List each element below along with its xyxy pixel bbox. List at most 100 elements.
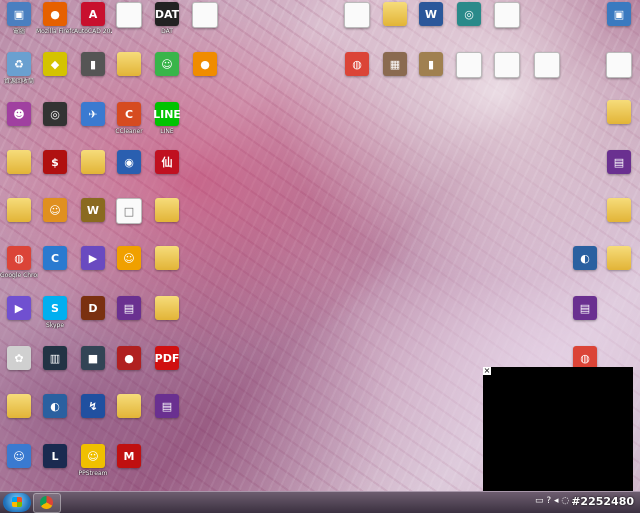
- close-icon[interactable]: ×: [483, 367, 491, 375]
- desktop-icon[interactable]: [488, 2, 526, 30]
- desktop-icon[interactable]: [600, 198, 638, 224]
- desktop-icon[interactable]: L: [36, 444, 74, 470]
- desktop-icon[interactable]: [186, 2, 224, 30]
- app-icon: [155, 246, 179, 270]
- app-icon: ◐: [43, 394, 67, 418]
- app-icon: ◎: [457, 2, 481, 26]
- desktop-icon[interactable]: ▶: [0, 296, 38, 322]
- desktop-icon[interactable]: ☺: [148, 52, 186, 78]
- app-icon: ◆: [43, 52, 67, 76]
- desktop-icon[interactable]: ▤: [566, 296, 604, 322]
- app-icon: [192, 2, 218, 28]
- desktop-icon[interactable]: [488, 52, 526, 80]
- desktop-icon[interactable]: ◎: [450, 2, 488, 28]
- desktop-icon[interactable]: ■: [74, 346, 112, 372]
- desktop-icon[interactable]: ▤: [110, 296, 148, 322]
- desktop-icon[interactable]: ▶: [74, 246, 112, 272]
- desktop-icon[interactable]: [74, 150, 112, 176]
- desktop-icon[interactable]: ✿: [0, 346, 38, 372]
- desktop-icon[interactable]: ☺ PPStream: [74, 444, 112, 477]
- desktop-icon[interactable]: [0, 394, 38, 420]
- desktop-icon[interactable]: ♻ 資源回收筒: [0, 52, 38, 85]
- desktop-icon[interactable]: PDF: [148, 346, 186, 372]
- desktop-icon[interactable]: [148, 246, 186, 272]
- desktop-icon[interactable]: ▤: [600, 150, 638, 176]
- desktop-icon[interactable]: ☺: [0, 444, 38, 470]
- app-icon: ▶: [81, 246, 105, 270]
- desktop-icon[interactable]: LINE LINE: [148, 102, 186, 135]
- taskbar: ▭ ? ◂ ◌: [0, 491, 640, 513]
- black-overlay-window: ×: [483, 367, 633, 492]
- desktop-icon[interactable]: [600, 246, 638, 272]
- app-icon: [606, 52, 632, 78]
- desktop-icon[interactable]: [528, 52, 566, 80]
- desktop-icon[interactable]: [148, 296, 186, 322]
- desktop-icon[interactable]: D: [74, 296, 112, 322]
- desktop-icon[interactable]: [376, 2, 414, 28]
- desktop-icon-label: LINE: [160, 128, 174, 135]
- start-button[interactable]: [3, 493, 31, 512]
- system-tray[interactable]: ▭ ? ◂ ◌: [535, 496, 569, 506]
- desktop-icon[interactable]: C CCleaner: [110, 102, 148, 135]
- desktop-icon[interactable]: [148, 198, 186, 224]
- app-icon: [81, 150, 105, 174]
- app-icon: [155, 198, 179, 222]
- desktop-icon[interactable]: ● Mozilla Firefox: [36, 2, 74, 35]
- app-icon: ◉: [117, 150, 141, 174]
- desktop-icon[interactable]: ◆: [36, 52, 74, 78]
- watermark: #2252480: [571, 495, 634, 508]
- desktop-icon[interactable]: [600, 52, 638, 80]
- desktop-icon[interactable]: [450, 52, 488, 80]
- desktop-icon[interactable]: W: [74, 198, 112, 224]
- desktop-icon[interactable]: [600, 100, 638, 126]
- app-icon: [607, 198, 631, 222]
- app-icon: ✈: [81, 102, 105, 126]
- desktop-icon[interactable]: ☺: [36, 198, 74, 224]
- desktop-icon[interactable]: ▮: [74, 52, 112, 78]
- desktop-icon[interactable]: ▣: [600, 2, 638, 28]
- desktop-icon[interactable]: ●: [110, 346, 148, 372]
- desktop-icon[interactable]: ◎: [36, 102, 74, 128]
- desktop-icon[interactable]: C: [36, 246, 74, 272]
- taskbar-chrome-button[interactable]: [33, 493, 61, 513]
- app-icon: C: [117, 102, 141, 126]
- app-icon: [383, 2, 407, 26]
- desktop-icon[interactable]: ▦: [376, 52, 414, 78]
- app-icon: [7, 394, 31, 418]
- app-icon: ▤: [117, 296, 141, 320]
- desktop-icon[interactable]: [0, 198, 38, 224]
- desktop-icon[interactable]: ◉: [110, 150, 148, 176]
- desktop-icon[interactable]: W: [412, 2, 450, 28]
- desktop-icon[interactable]: A AutoCAD 2020 - 繁...: [74, 2, 112, 35]
- desktop-icon-label: Mozilla Firefox: [36, 28, 74, 35]
- desktop-icon[interactable]: ▮: [412, 52, 450, 78]
- desktop-icon[interactable]: M: [110, 444, 148, 470]
- app-icon: ▮: [81, 52, 105, 76]
- desktop-icon[interactable]: ▣ 電腦: [0, 2, 38, 35]
- app-icon: PDF: [155, 346, 179, 370]
- desktop-icon[interactable]: ▥: [36, 346, 74, 372]
- app-icon: ☺: [81, 444, 105, 468]
- desktop-icon[interactable]: DAT DAT: [148, 2, 186, 35]
- desktop-icon[interactable]: [110, 394, 148, 420]
- app-icon: ↯: [81, 394, 105, 418]
- desktop-icon[interactable]: [0, 150, 38, 176]
- desktop-icon[interactable]: ✈: [74, 102, 112, 128]
- desktop-icon[interactable]: □: [110, 198, 148, 226]
- desktop-icon[interactable]: ☻: [0, 102, 38, 128]
- desktop-icon[interactable]: [338, 2, 376, 30]
- desktop-icon[interactable]: ◐: [36, 394, 74, 420]
- desktop-icon[interactable]: S Skype: [36, 296, 74, 329]
- desktop-icon[interactable]: $: [36, 150, 74, 176]
- desktop-icon[interactable]: ☺: [110, 246, 148, 272]
- desktop-icon[interactable]: ●: [186, 52, 224, 78]
- desktop-icon[interactable]: [110, 52, 148, 78]
- desktop-icon[interactable]: ↯: [74, 394, 112, 420]
- desktop-icon[interactable]: 仙: [148, 150, 186, 176]
- desktop-icon[interactable]: ◐: [566, 246, 604, 272]
- app-icon: ◐: [573, 246, 597, 270]
- desktop-icon[interactable]: ◍ Google Chrome: [0, 246, 38, 279]
- desktop-icon[interactable]: ▤: [148, 394, 186, 420]
- desktop-icon[interactable]: [110, 2, 148, 30]
- desktop-icon[interactable]: ◍: [338, 52, 376, 78]
